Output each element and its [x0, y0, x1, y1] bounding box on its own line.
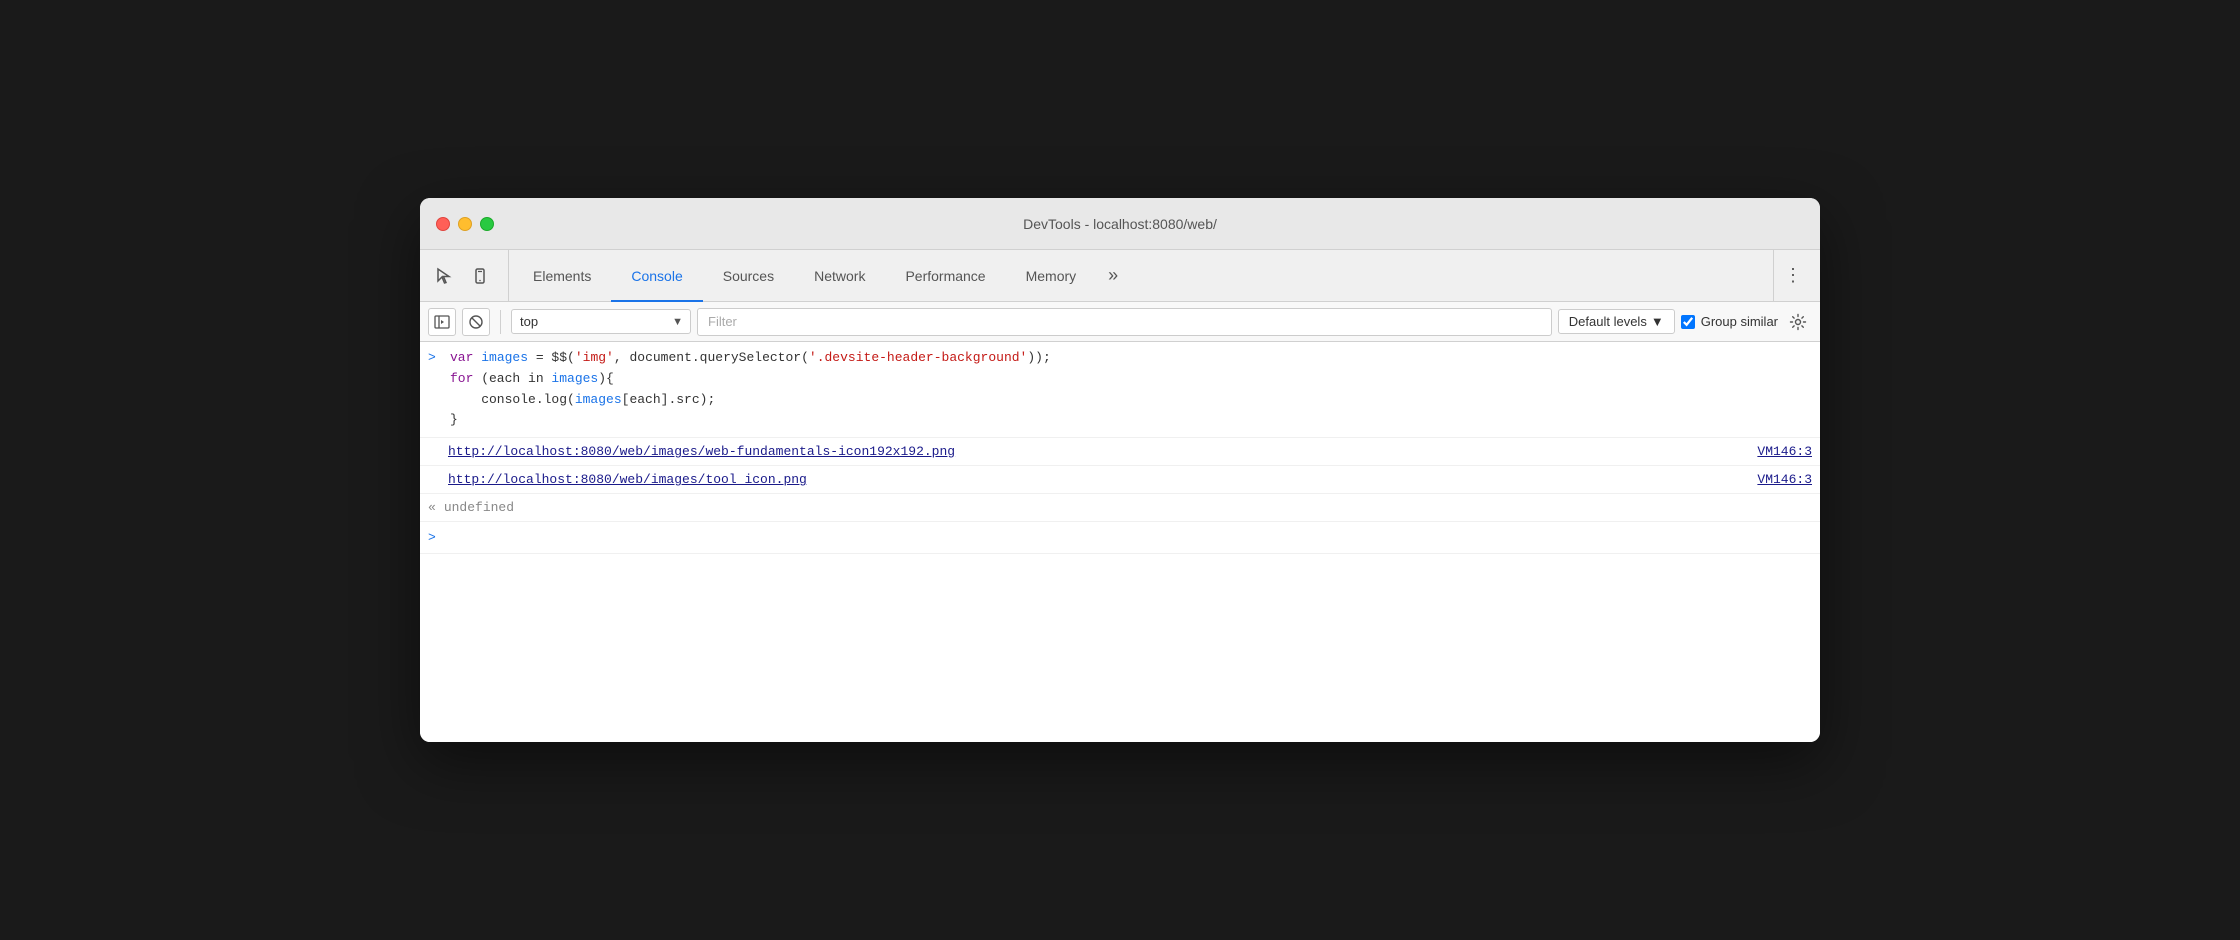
- settings-button[interactable]: [1784, 308, 1812, 336]
- more-tabs-button[interactable]: »: [1096, 250, 1130, 301]
- output-arrow-icon: «: [428, 500, 436, 515]
- secondary-toolbar: top ▼ Default levels ▼ Group similar: [420, 302, 1820, 342]
- console-input[interactable]: [444, 530, 1812, 545]
- tab-network[interactable]: Network: [794, 251, 885, 302]
- console-code-block: var images = $$('img', document.querySel…: [450, 348, 1812, 431]
- tab-memory[interactable]: Memory: [1006, 251, 1097, 302]
- close-button[interactable]: [436, 217, 450, 231]
- sidebar-icon: [434, 314, 450, 330]
- vm-ref-2[interactable]: VM146:3: [1757, 472, 1812, 487]
- vm-ref-1[interactable]: VM146:3: [1757, 444, 1812, 459]
- traffic-lights: [436, 217, 494, 231]
- window-title: DevTools - localhost:8080/web/: [1023, 216, 1217, 232]
- devtools-window: DevTools - localhost:8080/web/ Elements: [420, 198, 1820, 742]
- show-sidebar-button[interactable]: [428, 308, 456, 336]
- input-prompt-icon: >: [428, 350, 442, 365]
- filter-input[interactable]: [697, 308, 1552, 336]
- tab-elements[interactable]: Elements: [513, 251, 611, 302]
- cursor-icon: [435, 267, 453, 285]
- clear-console-button[interactable]: [462, 308, 490, 336]
- output-link-1[interactable]: http://localhost:8080/web/images/web-fun…: [448, 444, 955, 459]
- group-similar-label[interactable]: Group similar: [1681, 314, 1778, 329]
- mobile-icon-button[interactable]: [464, 260, 496, 292]
- tabs: Elements Console Sources Network Perform…: [513, 250, 1773, 301]
- console-link-row-1: http://localhost:8080/web/images/web-fun…: [420, 438, 1820, 466]
- cursor-icon-button[interactable]: [428, 260, 460, 292]
- output-link-2[interactable]: http://localhost:8080/web/images/tool_ic…: [448, 472, 807, 487]
- minimize-button[interactable]: [458, 217, 472, 231]
- console-entry-code: > var images = $$('img', document.queryS…: [420, 342, 1820, 438]
- mobile-icon: [471, 267, 489, 285]
- context-select-wrapper: top ▼: [511, 309, 691, 334]
- undefined-value: undefined: [444, 500, 514, 515]
- toolbar-divider: [500, 310, 501, 334]
- gear-icon: [1789, 313, 1807, 331]
- title-bar: DevTools - localhost:8080/web/: [420, 198, 1820, 250]
- toolbar-icons: [428, 250, 509, 301]
- main-toolbar: Elements Console Sources Network Perform…: [420, 250, 1820, 302]
- tab-sources[interactable]: Sources: [703, 251, 794, 302]
- context-select[interactable]: top: [511, 309, 691, 334]
- console-input-row: >: [420, 522, 1820, 554]
- chevron-levels-icon: ▼: [1651, 314, 1664, 329]
- default-levels-button[interactable]: Default levels ▼: [1558, 309, 1675, 334]
- console-undefined-row: « undefined: [420, 494, 1820, 522]
- block-icon: [468, 314, 484, 330]
- group-similar-checkbox[interactable]: [1681, 315, 1695, 329]
- tab-console[interactable]: Console: [611, 251, 702, 302]
- console-input-prompt-icon: >: [428, 530, 436, 545]
- console-output: > var images = $$('img', document.queryS…: [420, 342, 1820, 742]
- maximize-button[interactable]: [480, 217, 494, 231]
- menu-button[interactable]: ⋮: [1773, 250, 1812, 301]
- console-link-row-2: http://localhost:8080/web/images/tool_ic…: [420, 466, 1820, 494]
- tab-performance[interactable]: Performance: [885, 251, 1005, 302]
